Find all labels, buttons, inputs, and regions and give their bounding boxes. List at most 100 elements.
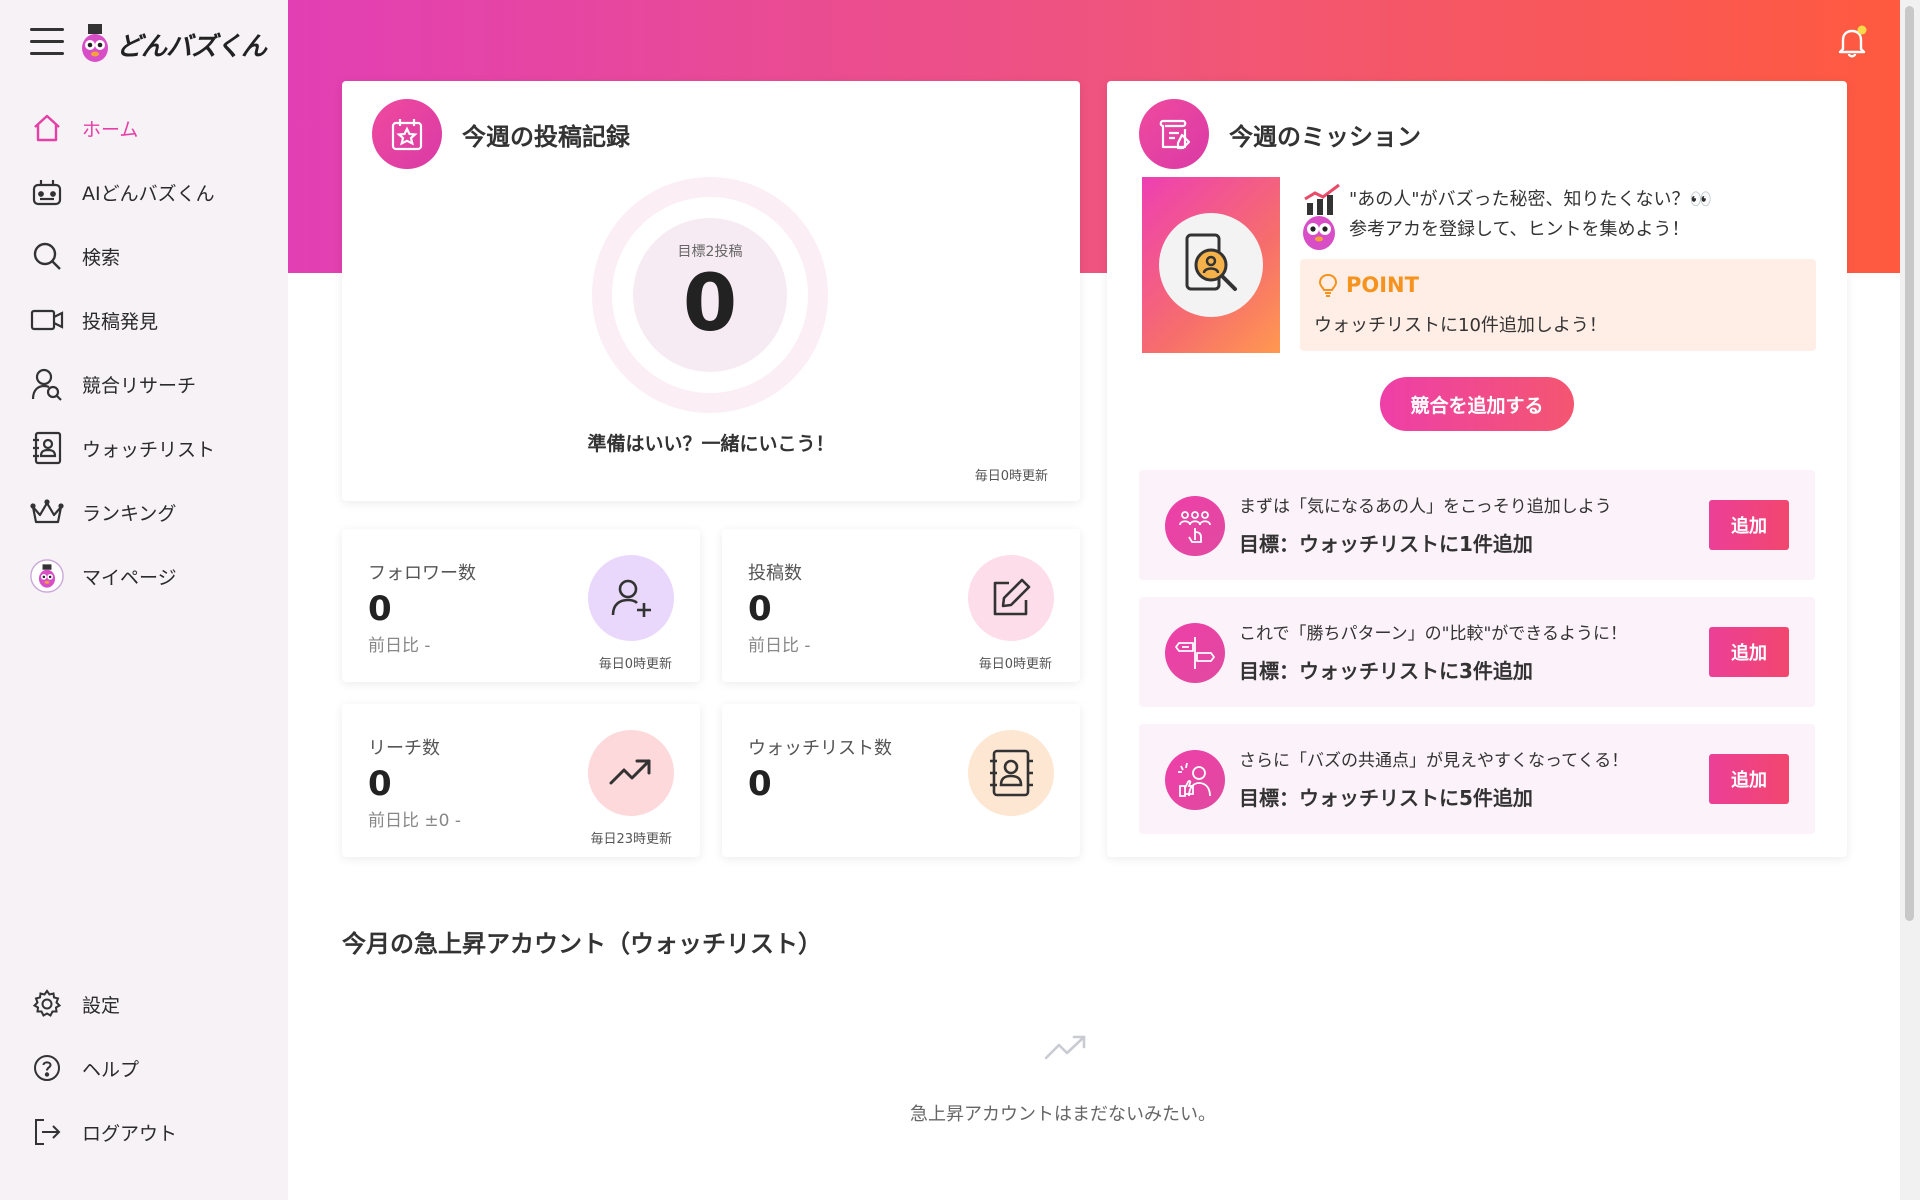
sidebar-bottom-nav: 設定 ヘルプ ログアウト	[0, 972, 288, 1164]
mission-task: これで「勝ちパターン」の"比較"ができるように！ 目標：ウォッチリストに3件追加…	[1139, 597, 1815, 707]
sidebar-item-search[interactable]: 検索	[0, 224, 288, 288]
video-icon	[30, 303, 64, 337]
group-hand-icon	[1165, 496, 1225, 556]
task-description: まずは「気になるあの人」をこっそり追加しよう	[1239, 497, 1612, 517]
page-scrollbar[interactable]	[1900, 0, 1920, 1200]
sidebar-item-ai[interactable]: AIどんバズくん	[0, 160, 288, 224]
crown-icon	[30, 495, 64, 529]
lightbulb-icon	[1318, 273, 1338, 297]
sidebar-item-label: 投稿発見	[82, 310, 159, 333]
search-icon	[30, 239, 64, 273]
mission-title: 今週のミッション	[1229, 122, 1421, 151]
update-note: 毎日0時更新	[974, 469, 1048, 484]
weekly-posts-title: 今週の投稿記録	[462, 122, 630, 151]
sidebar-nav: ホーム AIどんバズくん 検索 投稿発見 競合リサーチ ウォッチリスト ランキン…	[0, 96, 288, 608]
app-logo[interactable]: どんバズくん	[80, 22, 267, 66]
mission-task: まずは「気になるあの人」をこっそり追加しよう 目標：ウォッチリストに1件追加 追…	[1139, 470, 1815, 580]
sidebar-item-research[interactable]: 競合リサーチ	[0, 352, 288, 416]
sidebar-item-label: マイページ	[82, 566, 177, 589]
sidebar-item-label: 検索	[82, 246, 121, 269]
cheer-message: 準備はいい？一緒にいこう！	[587, 433, 835, 455]
mission-intro-line1: "あの人"がバズった秘密、知りたくない？👀	[1349, 189, 1712, 210]
goal-label: 目標2投稿	[677, 244, 743, 260]
mission-intro-line2: 参考アカを登録して、ヒントを集めよう！	[1349, 219, 1690, 240]
posts-card: 投稿数 0 前日比 - 毎日0時更新	[722, 529, 1080, 682]
task-add-button[interactable]: 追加	[1709, 500, 1789, 550]
reach-diff: 前日比 ±0 -	[368, 811, 462, 831]
gear-icon	[30, 987, 64, 1021]
sidebar-item-ranking[interactable]: ランキング	[0, 480, 288, 544]
notification-bell-icon[interactable]	[1834, 24, 1870, 60]
followers-card: フォロワー数 0 前日比 - 毎日0時更新	[342, 529, 700, 682]
goal-progress-ring: 目標2投稿 0	[592, 177, 828, 413]
logout-icon	[30, 1115, 64, 1149]
mascot-chart-icon	[1299, 181, 1345, 259]
weekly-posts-card: 今週の投稿記録 目標2投稿 0 準備はいい？一緒にいこう！ 毎日0時更新	[342, 81, 1080, 501]
watchlist-count-card: ウォッチリスト数 0	[722, 704, 1080, 857]
watchlist-label: ウォッチリスト数	[748, 738, 892, 759]
point-text: ウォッチリストに10件追加しよう！	[1314, 315, 1607, 336]
sidebar: どんバズくん ホーム AIどんバズくん 検索 投稿発見 競合リサーチ ウォッチリ…	[0, 0, 288, 1200]
weekly-mission-card: 今週のミッション "あの人"がバズった秘密、知りたくない？👀 参考アカを登録して…	[1107, 81, 1847, 857]
logo-text: どんバズくん	[116, 31, 267, 62]
point-box: POINT ウォッチリストに10件追加しよう！	[1300, 259, 1816, 351]
update-note: 毎日0時更新	[598, 657, 672, 672]
task-goal: 目標：ウォッチリストに3件追加	[1239, 659, 1533, 683]
robot-icon	[30, 175, 64, 209]
mission-illustration	[1142, 177, 1280, 353]
followers-value: 0	[368, 589, 392, 629]
sidebar-item-help[interactable]: ヘルプ	[0, 1036, 288, 1100]
mission-task: さらに「バズの共通点」が見えやすくなってくる！ 目標：ウォッチリストに5件追加 …	[1139, 724, 1815, 834]
posts-value: 0	[748, 589, 772, 629]
thumbs-up-person-icon	[1165, 750, 1225, 810]
mascot-logo-icon	[82, 24, 108, 62]
home-icon	[30, 111, 64, 145]
sidebar-item-label: AIどんバズくん	[82, 182, 215, 205]
sidebar-item-logout[interactable]: ログアウト	[0, 1100, 288, 1164]
posts-diff: 前日比 -	[748, 636, 811, 656]
edit-icon	[968, 555, 1054, 641]
trending-up-icon	[1044, 1032, 1090, 1066]
watchlist-value: 0	[748, 764, 772, 804]
signpost-icon	[1165, 623, 1225, 683]
task-add-button[interactable]: 追加	[1709, 754, 1789, 804]
update-note: 毎日23時更新	[590, 832, 672, 847]
followers-label: フォロワー数	[368, 563, 476, 584]
calendar-star-icon	[372, 99, 442, 169]
reach-card: リーチ数 0 前日比 ±0 - 毎日23時更新	[342, 704, 700, 857]
mascot-avatar-icon	[30, 559, 64, 593]
sidebar-item-label: ウォッチリスト	[82, 438, 216, 461]
sidebar-item-mypage[interactable]: マイページ	[0, 544, 288, 608]
scroll-pen-icon	[1139, 99, 1209, 169]
add-user-icon	[588, 555, 674, 641]
followers-diff: 前日比 -	[368, 636, 431, 656]
contact-book-icon	[968, 730, 1054, 816]
task-description: さらに「バズの共通点」が見えやすくなってくる！	[1239, 751, 1629, 771]
sidebar-item-label: ログアウト	[82, 1122, 178, 1145]
point-title: POINT	[1318, 273, 1419, 297]
task-add-button[interactable]: 追加	[1709, 627, 1789, 677]
sidebar-item-label: 設定	[82, 994, 121, 1017]
sidebar-item-label: ランキング	[82, 502, 177, 525]
reach-label: リーチ数	[368, 738, 440, 759]
task-description: これで「勝ちパターン」の"比較"ができるように！	[1239, 624, 1627, 644]
hamburger-menu-icon[interactable]	[30, 28, 64, 58]
task-goal: 目標：ウォッチリストに5件追加	[1239, 786, 1533, 810]
help-icon	[30, 1051, 64, 1085]
sidebar-item-discover[interactable]: 投稿発見	[0, 288, 288, 352]
sidebar-item-settings[interactable]: 設定	[0, 972, 288, 1036]
empty-state-text: 急上昇アカウントはまだないみたい。	[910, 1104, 1216, 1125]
goal-count: 0	[682, 259, 738, 349]
rising-accounts-title: 今月の急上昇アカウント（ウォッチリスト）	[342, 930, 822, 958]
sidebar-item-home[interactable]: ホーム	[0, 96, 288, 160]
sidebar-item-label: ホーム	[82, 118, 139, 141]
sidebar-item-label: ヘルプ	[82, 1058, 140, 1081]
add-competitor-button[interactable]: 競合を追加する	[1380, 377, 1574, 431]
update-note: 毎日0時更新	[978, 657, 1052, 672]
posts-label: 投稿数	[748, 563, 802, 584]
reach-value: 0	[368, 764, 392, 804]
sidebar-item-watchlist[interactable]: ウォッチリスト	[0, 416, 288, 480]
scrollbar-thumb[interactable]	[1905, 6, 1914, 921]
person-search-icon	[30, 367, 64, 401]
task-goal: 目標：ウォッチリストに1件追加	[1239, 532, 1533, 556]
